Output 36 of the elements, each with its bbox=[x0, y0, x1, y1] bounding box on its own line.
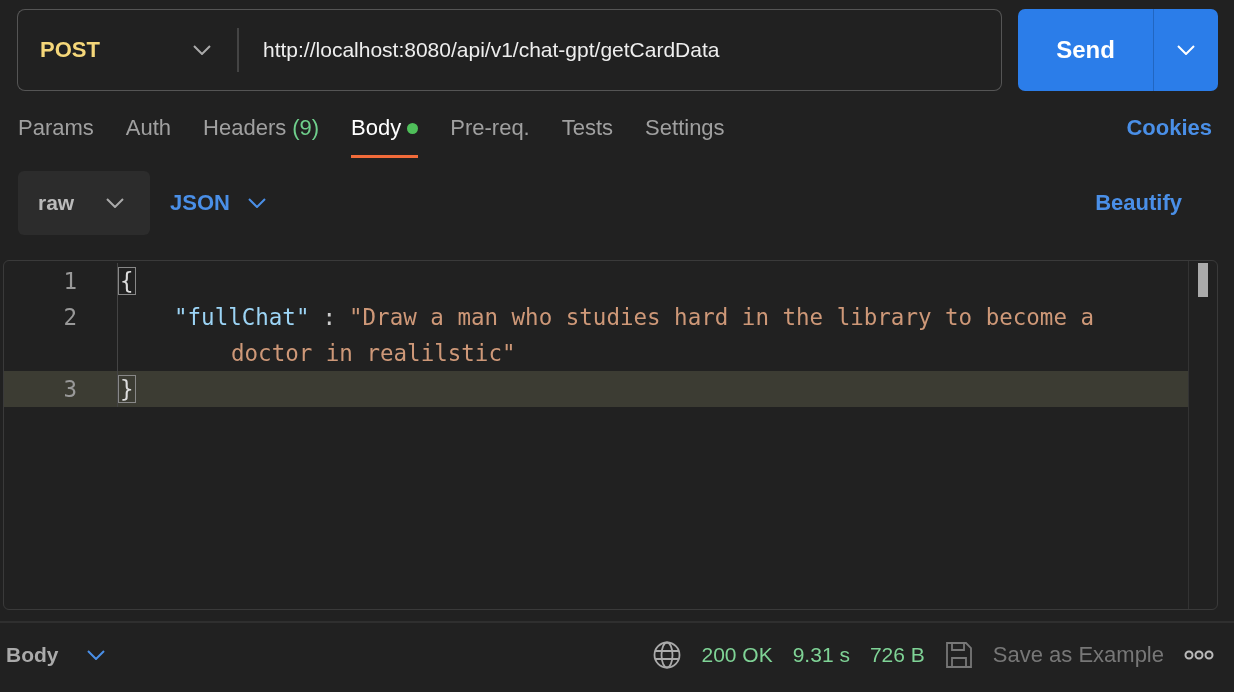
save-as-example-button[interactable]: Save as Example bbox=[992, 642, 1164, 668]
save-icon bbox=[944, 641, 973, 669]
request-tab[interactable]: Pre-req. bbox=[450, 115, 530, 158]
code-string: "Draw a man who studies hard in the library to become a bbox=[349, 303, 1095, 332]
chevron-down-icon bbox=[86, 650, 105, 660]
body-mode-dropdown[interactable]: raw bbox=[18, 171, 150, 235]
request-tab[interactable]: Body bbox=[351, 115, 419, 158]
code-brace: { bbox=[118, 267, 136, 295]
chevron-down-icon bbox=[1177, 45, 1195, 55]
code-key: "fullChat" bbox=[174, 299, 310, 335]
more-options-icon[interactable] bbox=[1184, 650, 1214, 660]
response-time: 9.31 s bbox=[792, 643, 850, 667]
code-editor[interactable]: 1 { 2 "fullChat" : "Draw a man who studies hard in the library to become a doctor in realilstic" 3 } bbox=[3, 260, 1218, 610]
line-number: 3 bbox=[63, 375, 77, 404]
scrollbar-thumb[interactable] bbox=[1198, 263, 1208, 297]
request-tab[interactable]: Tests bbox=[561, 115, 614, 158]
code-string: doctor in realilstic" bbox=[231, 340, 516, 366]
cookies-link[interactable]: Cookies bbox=[1126, 115, 1212, 141]
line-number: 2 bbox=[63, 303, 77, 332]
request-tab[interactable]: Auth bbox=[125, 115, 172, 158]
status-code: 200 OK bbox=[701, 643, 773, 667]
language-dropdown[interactable]: JSON bbox=[170, 190, 266, 216]
line-number: 1 bbox=[63, 267, 77, 296]
chevron-down-icon bbox=[193, 45, 211, 55]
beautify-link[interactable]: Beautify bbox=[1095, 190, 1182, 216]
request-tab[interactable]: Settings bbox=[645, 115, 725, 158]
code-colon: : bbox=[322, 303, 336, 332]
response-body-dropdown[interactable]: Body bbox=[6, 643, 105, 667]
response-size: 726 B bbox=[869, 643, 925, 667]
request-tab[interactable]: Params bbox=[18, 115, 94, 158]
chevron-down-icon bbox=[106, 198, 124, 208]
globe-icon[interactable] bbox=[653, 641, 682, 669]
url-input[interactable]: http://localhost:8080/api/v1/chat-gpt/getCardData bbox=[239, 9, 1002, 91]
chevron-down-icon bbox=[247, 198, 266, 208]
code-brace: } bbox=[118, 375, 136, 403]
request-tab[interactable]: Headers (9) bbox=[203, 115, 320, 158]
